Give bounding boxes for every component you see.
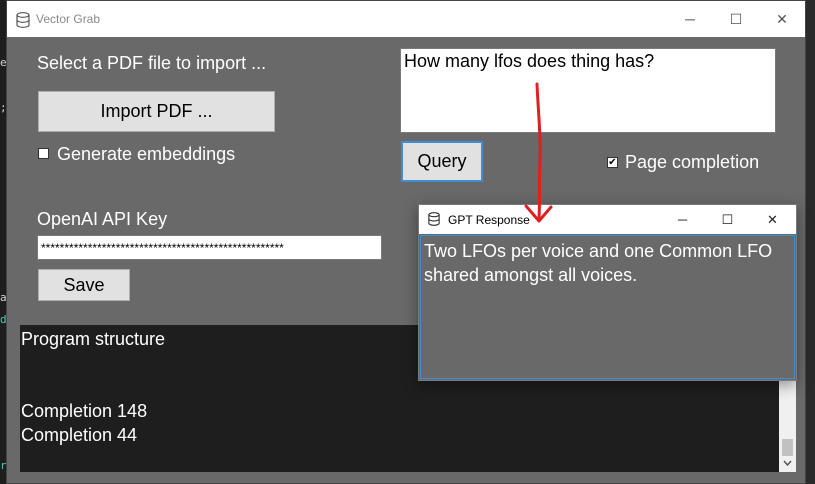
maximize-button[interactable]: ☐: [713, 1, 759, 37]
database-icon: [16, 12, 30, 28]
gpt-response-window: GPT Response ─ ☐ ✕ Two LFOs per voice an…: [418, 204, 797, 381]
import-pdf-button[interactable]: Import PDF ...: [38, 91, 275, 132]
checkmark-icon: ✔: [608, 156, 617, 168]
minimize-button[interactable]: ─: [667, 1, 713, 37]
popup-minimize-button[interactable]: ─: [660, 205, 705, 234]
popup-close-button[interactable]: ✕: [750, 205, 795, 234]
title-bar[interactable]: Vector Grab ─ ☐ ✕: [7, 1, 805, 37]
generate-embeddings-label: Generate embeddings: [57, 144, 236, 164]
save-button[interactable]: Save: [38, 269, 130, 301]
generate-embeddings-checkbox[interactable]: [38, 148, 49, 159]
import-prompt-label: Select a PDF file to import ...: [37, 53, 267, 73]
popup-title-bar[interactable]: GPT Response ─ ☐ ✕: [419, 205, 796, 234]
api-key-input[interactable]: [37, 235, 382, 260]
question-input[interactable]: How many lfos does thing has?: [400, 48, 776, 133]
output-line: Program structure: [21, 329, 166, 349]
query-button[interactable]: Query: [401, 141, 483, 182]
popup-maximize-button[interactable]: ☐: [705, 205, 750, 234]
popup-title: GPT Response: [448, 213, 530, 227]
scrollbar-thumb[interactable]: [782, 439, 793, 456]
window-title: Vector Grab: [36, 12, 101, 26]
chevron-down-icon[interactable]: [783, 460, 792, 467]
page-completion-checkbox[interactable]: ✔: [607, 157, 618, 168]
database-icon: [428, 212, 440, 226]
page-completion-label: Page completion: [625, 152, 760, 172]
output-line: Completion 148: [21, 401, 148, 421]
gpt-response-text[interactable]: Two LFOs per voice and one Common LFO sh…: [420, 235, 795, 379]
api-key-label: OpenAI API Key: [37, 209, 168, 229]
close-button[interactable]: ✕: [759, 1, 805, 37]
output-line: Completion 44: [21, 425, 138, 445]
